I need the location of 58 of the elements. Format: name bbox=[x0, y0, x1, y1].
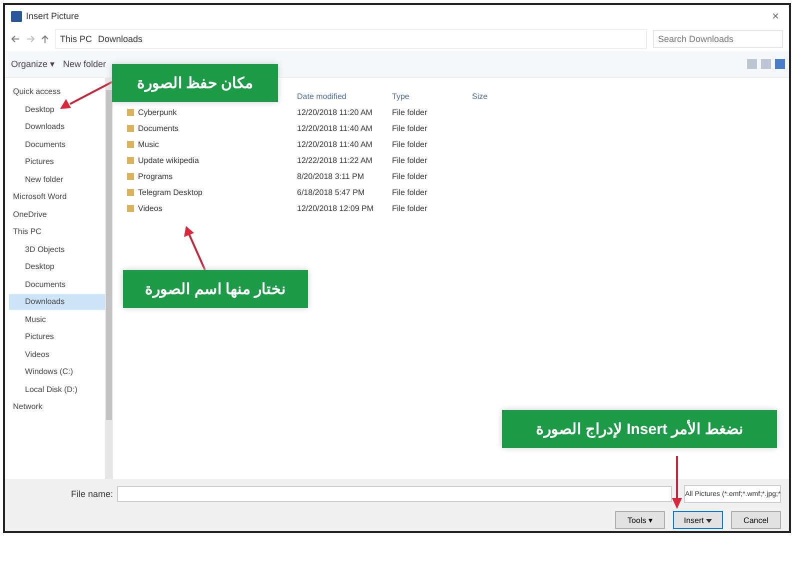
sidebar-item[interactable]: OneDrive bbox=[9, 206, 105, 222]
table-cell-text: File folder bbox=[392, 140, 428, 148]
table-cell-text: File folder bbox=[392, 188, 428, 196]
annotation-callout: نضغط الأمر Insert لإدراج الصورة bbox=[502, 410, 777, 448]
insert-button[interactable]: Insert bbox=[673, 511, 723, 529]
address-bar[interactable]: This PC Downloads bbox=[55, 29, 647, 49]
file-name[interactable]: Documents bbox=[138, 124, 178, 132]
sidebar-item[interactable]: Documents bbox=[9, 136, 105, 152]
table-cell-text: 8/20/2018 3:11 PM bbox=[297, 172, 366, 180]
sidebar-item[interactable]: Windows (C:) bbox=[9, 364, 105, 380]
sidebar-item[interactable]: Downloads bbox=[9, 294, 105, 310]
file-name[interactable]: Videos bbox=[138, 204, 162, 212]
sidebar-item[interactable]: Pictures bbox=[9, 154, 105, 170]
file-name[interactable]: Programs bbox=[138, 172, 173, 180]
table-cell-text: 12/20/2018 11:40 AM bbox=[297, 140, 374, 148]
sidebar-item[interactable]: Documents bbox=[9, 276, 105, 292]
file-name[interactable]: Cyberpunk bbox=[138, 108, 177, 116]
sidebar-item[interactable]: Desktop bbox=[9, 102, 105, 117]
column-header[interactable]: Size bbox=[472, 92, 532, 100]
cancel-button[interactable]: Cancel bbox=[731, 511, 781, 529]
organize-button[interactable]: Organize ▾ bbox=[9, 57, 58, 71]
sidebar-item[interactable]: Network bbox=[9, 399, 105, 414]
table-cell-text: File folder bbox=[392, 124, 428, 132]
window-title: Insert Picture bbox=[26, 11, 80, 21]
sidebar-item[interactable]: Music bbox=[9, 312, 105, 327]
sidebar-item[interactable]: 3D Objects bbox=[9, 242, 105, 257]
table-cell-text: File folder bbox=[392, 204, 428, 212]
file-name-label: File name: bbox=[70, 489, 113, 499]
file-name[interactable]: Telegram Desktop bbox=[138, 188, 202, 196]
column-header[interactable]: Type bbox=[392, 92, 472, 100]
sidebar-item[interactable]: Videos bbox=[9, 346, 105, 362]
table-cell-text: File folder bbox=[392, 172, 428, 180]
file-name[interactable]: Music bbox=[138, 140, 159, 148]
table-cell-text: 12/20/2018 12:09 PM bbox=[297, 204, 375, 212]
sidebar-item[interactable]: Desktop bbox=[9, 259, 105, 274]
column-header[interactable]: Date modified bbox=[297, 92, 392, 100]
sidebar-item[interactable]: Local Disk (D:) bbox=[9, 382, 105, 397]
sidebar-item[interactable]: This PC bbox=[9, 224, 105, 240]
file-name[interactable]: Update wikipedia bbox=[138, 156, 199, 164]
sidebar-item[interactable]: New folder bbox=[9, 172, 105, 187]
table-cell-text: 12/22/2018 11:22 AM bbox=[297, 156, 374, 164]
sidebar-item[interactable]: Microsoft Word bbox=[9, 189, 105, 204]
annotation-callout: نختار منها اسم الصورة bbox=[123, 270, 308, 308]
table-cell-text: 6/18/2018 5:47 PM bbox=[297, 188, 366, 196]
table-cell-text: File folder bbox=[392, 156, 428, 164]
close-button[interactable]: × bbox=[768, 9, 783, 23]
sidebar-item[interactable]: Downloads bbox=[9, 119, 105, 134]
annotation-callout: مكان حفظ الصورة bbox=[112, 64, 278, 102]
sidebar-item[interactable]: Quick access bbox=[9, 84, 105, 100]
breadcrumb[interactable]: This PC bbox=[60, 34, 92, 44]
sidebar-item[interactable]: Pictures bbox=[9, 329, 105, 344]
search-field[interactable]: Search Downloads bbox=[653, 30, 783, 48]
tools-button[interactable]: Tools ▾ bbox=[615, 511, 665, 529]
table-cell-text: 12/20/2018 11:40 AM bbox=[297, 124, 374, 132]
table-cell-text: 12/20/2018 11:20 AM bbox=[297, 108, 374, 116]
table-cell-text: File folder bbox=[392, 108, 428, 116]
new-folder-button[interactable]: New folder bbox=[61, 57, 108, 71]
breadcrumb[interactable]: Downloads bbox=[98, 34, 143, 44]
